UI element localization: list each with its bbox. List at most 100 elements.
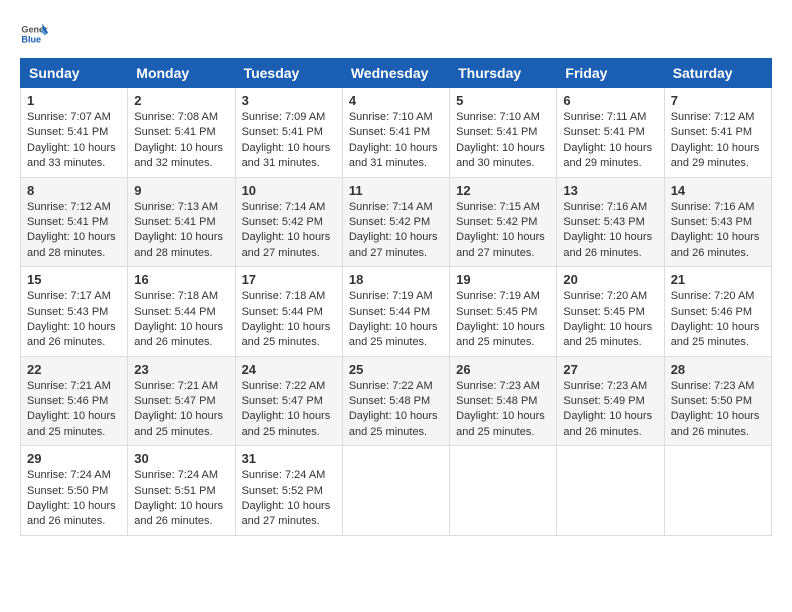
calendar-day-16: 16 Sunrise: 7:18 AM Sunset: 5:44 PM Dayl… <box>128 267 235 357</box>
day-number: 17 <box>242 272 336 287</box>
day-number: 9 <box>134 183 228 198</box>
day-info: Sunrise: 7:19 AM Sunset: 5:44 PM Dayligh… <box>349 289 443 351</box>
col-header-friday: Friday <box>557 59 664 88</box>
day-number: 22 <box>27 362 121 377</box>
day-info: Sunrise: 7:18 AM Sunset: 5:44 PM Dayligh… <box>134 289 228 351</box>
day-info: Sunrise: 7:15 AM Sunset: 5:42 PM Dayligh… <box>456 200 550 262</box>
calendar-day-14: 14 Sunrise: 7:16 AM Sunset: 5:43 PM Dayl… <box>664 177 771 267</box>
calendar-day-empty <box>342 446 449 536</box>
day-number: 5 <box>456 93 550 108</box>
day-number: 19 <box>456 272 550 287</box>
calendar-header-row: SundayMondayTuesdayWednesdayThursdayFrid… <box>21 59 772 88</box>
page-header: General Blue <box>20 20 772 48</box>
day-number: 7 <box>671 93 765 108</box>
calendar-day-empty <box>557 446 664 536</box>
day-number: 30 <box>134 451 228 466</box>
col-header-sunday: Sunday <box>21 59 128 88</box>
day-info: Sunrise: 7:12 AM Sunset: 5:41 PM Dayligh… <box>27 200 121 262</box>
calendar-day-24: 24 Sunrise: 7:22 AM Sunset: 5:47 PM Dayl… <box>235 356 342 446</box>
col-header-saturday: Saturday <box>664 59 771 88</box>
calendar-day-11: 11 Sunrise: 7:14 AM Sunset: 5:42 PM Dayl… <box>342 177 449 267</box>
day-info: Sunrise: 7:12 AM Sunset: 5:41 PM Dayligh… <box>671 110 765 172</box>
day-number: 8 <box>27 183 121 198</box>
calendar-table: SundayMondayTuesdayWednesdayThursdayFrid… <box>20 58 772 536</box>
day-number: 20 <box>563 272 657 287</box>
day-info: Sunrise: 7:18 AM Sunset: 5:44 PM Dayligh… <box>242 289 336 351</box>
day-info: Sunrise: 7:17 AM Sunset: 5:43 PM Dayligh… <box>27 289 121 351</box>
calendar-day-5: 5 Sunrise: 7:10 AM Sunset: 5:41 PM Dayli… <box>450 88 557 178</box>
day-info: Sunrise: 7:22 AM Sunset: 5:47 PM Dayligh… <box>242 379 336 441</box>
day-info: Sunrise: 7:20 AM Sunset: 5:45 PM Dayligh… <box>563 289 657 351</box>
day-info: Sunrise: 7:13 AM Sunset: 5:41 PM Dayligh… <box>134 200 228 262</box>
day-info: Sunrise: 7:23 AM Sunset: 5:48 PM Dayligh… <box>456 379 550 441</box>
calendar-day-28: 28 Sunrise: 7:23 AM Sunset: 5:50 PM Dayl… <box>664 356 771 446</box>
day-info: Sunrise: 7:14 AM Sunset: 5:42 PM Dayligh… <box>242 200 336 262</box>
calendar-day-18: 18 Sunrise: 7:19 AM Sunset: 5:44 PM Dayl… <box>342 267 449 357</box>
calendar-day-30: 30 Sunrise: 7:24 AM Sunset: 5:51 PM Dayl… <box>128 446 235 536</box>
day-info: Sunrise: 7:10 AM Sunset: 5:41 PM Dayligh… <box>456 110 550 172</box>
calendar-day-6: 6 Sunrise: 7:11 AM Sunset: 5:41 PM Dayli… <box>557 88 664 178</box>
col-header-thursday: Thursday <box>450 59 557 88</box>
day-info: Sunrise: 7:19 AM Sunset: 5:45 PM Dayligh… <box>456 289 550 351</box>
col-header-tuesday: Tuesday <box>235 59 342 88</box>
day-number: 31 <box>242 451 336 466</box>
day-info: Sunrise: 7:24 AM Sunset: 5:50 PM Dayligh… <box>27 468 121 530</box>
calendar-day-3: 3 Sunrise: 7:09 AM Sunset: 5:41 PM Dayli… <box>235 88 342 178</box>
calendar-day-21: 21 Sunrise: 7:20 AM Sunset: 5:46 PM Dayl… <box>664 267 771 357</box>
day-number: 15 <box>27 272 121 287</box>
calendar-day-empty <box>450 446 557 536</box>
calendar-day-10: 10 Sunrise: 7:14 AM Sunset: 5:42 PM Dayl… <box>235 177 342 267</box>
day-number: 28 <box>671 362 765 377</box>
calendar-day-26: 26 Sunrise: 7:23 AM Sunset: 5:48 PM Dayl… <box>450 356 557 446</box>
day-info: Sunrise: 7:21 AM Sunset: 5:46 PM Dayligh… <box>27 379 121 441</box>
calendar-day-22: 22 Sunrise: 7:21 AM Sunset: 5:46 PM Dayl… <box>21 356 128 446</box>
day-info: Sunrise: 7:24 AM Sunset: 5:52 PM Dayligh… <box>242 468 336 530</box>
calendar-day-23: 23 Sunrise: 7:21 AM Sunset: 5:47 PM Dayl… <box>128 356 235 446</box>
day-number: 3 <box>242 93 336 108</box>
day-number: 18 <box>349 272 443 287</box>
day-number: 21 <box>671 272 765 287</box>
day-number: 13 <box>563 183 657 198</box>
col-header-wednesday: Wednesday <box>342 59 449 88</box>
svg-text:Blue: Blue <box>21 34 41 44</box>
calendar-day-13: 13 Sunrise: 7:16 AM Sunset: 5:43 PM Dayl… <box>557 177 664 267</box>
calendar-week-5: 29 Sunrise: 7:24 AM Sunset: 5:50 PM Dayl… <box>21 446 772 536</box>
day-number: 4 <box>349 93 443 108</box>
day-number: 6 <box>563 93 657 108</box>
calendar-day-19: 19 Sunrise: 7:19 AM Sunset: 5:45 PM Dayl… <box>450 267 557 357</box>
day-number: 10 <box>242 183 336 198</box>
calendar-day-9: 9 Sunrise: 7:13 AM Sunset: 5:41 PM Dayli… <box>128 177 235 267</box>
day-info: Sunrise: 7:10 AM Sunset: 5:41 PM Dayligh… <box>349 110 443 172</box>
calendar-day-29: 29 Sunrise: 7:24 AM Sunset: 5:50 PM Dayl… <box>21 446 128 536</box>
day-number: 27 <box>563 362 657 377</box>
day-info: Sunrise: 7:14 AM Sunset: 5:42 PM Dayligh… <box>349 200 443 262</box>
day-info: Sunrise: 7:11 AM Sunset: 5:41 PM Dayligh… <box>563 110 657 172</box>
day-number: 29 <box>27 451 121 466</box>
calendar-day-25: 25 Sunrise: 7:22 AM Sunset: 5:48 PM Dayl… <box>342 356 449 446</box>
day-number: 16 <box>134 272 228 287</box>
calendar-day-27: 27 Sunrise: 7:23 AM Sunset: 5:49 PM Dayl… <box>557 356 664 446</box>
day-info: Sunrise: 7:22 AM Sunset: 5:48 PM Dayligh… <box>349 379 443 441</box>
calendar-week-3: 15 Sunrise: 7:17 AM Sunset: 5:43 PM Dayl… <box>21 267 772 357</box>
calendar-day-20: 20 Sunrise: 7:20 AM Sunset: 5:45 PM Dayl… <box>557 267 664 357</box>
calendar-day-17: 17 Sunrise: 7:18 AM Sunset: 5:44 PM Dayl… <box>235 267 342 357</box>
day-info: Sunrise: 7:23 AM Sunset: 5:50 PM Dayligh… <box>671 379 765 441</box>
calendar-day-2: 2 Sunrise: 7:08 AM Sunset: 5:41 PM Dayli… <box>128 88 235 178</box>
calendar-week-1: 1 Sunrise: 7:07 AM Sunset: 5:41 PM Dayli… <box>21 88 772 178</box>
day-number: 23 <box>134 362 228 377</box>
calendar-day-4: 4 Sunrise: 7:10 AM Sunset: 5:41 PM Dayli… <box>342 88 449 178</box>
day-info: Sunrise: 7:20 AM Sunset: 5:46 PM Dayligh… <box>671 289 765 351</box>
day-info: Sunrise: 7:09 AM Sunset: 5:41 PM Dayligh… <box>242 110 336 172</box>
calendar-day-12: 12 Sunrise: 7:15 AM Sunset: 5:42 PM Dayl… <box>450 177 557 267</box>
calendar-week-2: 8 Sunrise: 7:12 AM Sunset: 5:41 PM Dayli… <box>21 177 772 267</box>
day-info: Sunrise: 7:23 AM Sunset: 5:49 PM Dayligh… <box>563 379 657 441</box>
day-info: Sunrise: 7:21 AM Sunset: 5:47 PM Dayligh… <box>134 379 228 441</box>
calendar-day-1: 1 Sunrise: 7:07 AM Sunset: 5:41 PM Dayli… <box>21 88 128 178</box>
calendar-day-empty <box>664 446 771 536</box>
calendar-week-4: 22 Sunrise: 7:21 AM Sunset: 5:46 PM Dayl… <box>21 356 772 446</box>
col-header-monday: Monday <box>128 59 235 88</box>
day-number: 12 <box>456 183 550 198</box>
calendar-day-31: 31 Sunrise: 7:24 AM Sunset: 5:52 PM Dayl… <box>235 446 342 536</box>
calendar-day-7: 7 Sunrise: 7:12 AM Sunset: 5:41 PM Dayli… <box>664 88 771 178</box>
calendar-day-15: 15 Sunrise: 7:17 AM Sunset: 5:43 PM Dayl… <box>21 267 128 357</box>
